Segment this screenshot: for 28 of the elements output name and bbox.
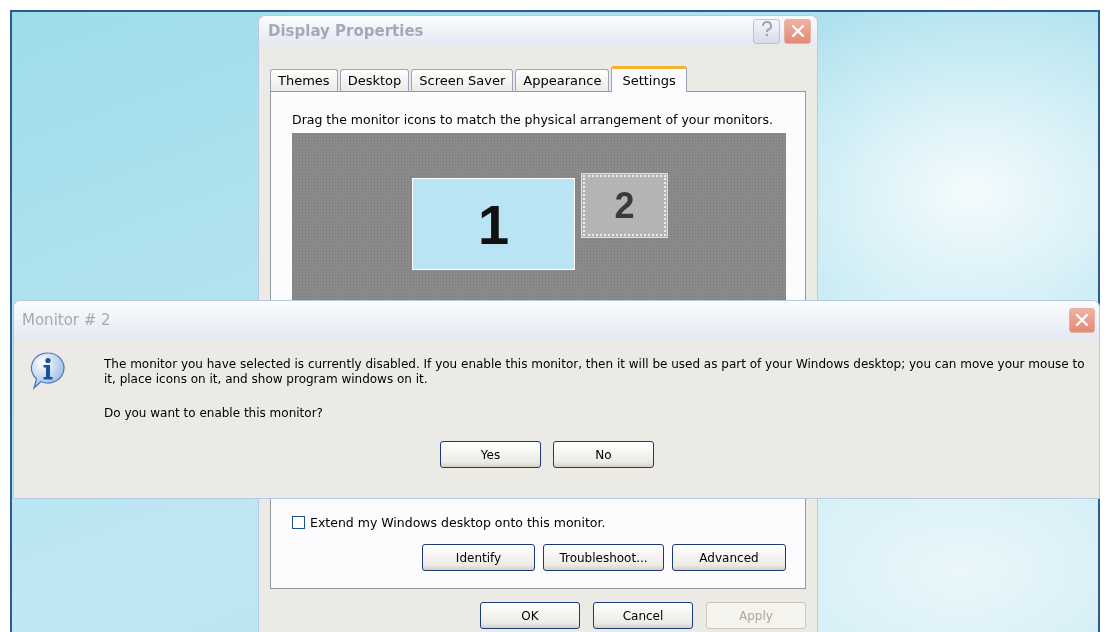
monitor-icon[interactable]: 1 [412,178,575,270]
close-icon [1075,313,1089,327]
tab[interactable]: Settings [611,66,687,92]
button[interactable]: Yes [440,441,541,468]
window-title: Display Properties [268,22,425,40]
button[interactable]: Advanced [672,544,786,571]
button[interactable]: Troubleshoot... [543,544,664,571]
close-icon [790,24,805,38]
message-text: The monitor you have selected is currently disabled. If you enable this monitor, then it will be used as part of your Windows desktop; you can move your mouse to it, place icons on it, and show program windows on it. [104,357,1085,387]
button[interactable]: OK [480,602,580,629]
button[interactable]: Cancel [593,602,693,629]
button[interactable]: Identify [422,544,535,571]
tab[interactable]: Appearance [515,69,610,91]
close-button[interactable] [784,18,811,44]
help-button[interactable] [753,18,780,44]
tab[interactable]: Desktop [339,69,410,91]
info-icon [30,351,66,391]
button[interactable]: No [553,441,654,468]
question-text: Do you want to enable this monitor? [104,406,324,420]
tab[interactable]: Themes [270,69,338,91]
close-button[interactable] [1069,307,1095,333]
help-icon [760,21,773,37]
instruction-text: Drag the monitor icons to match the physical arrangement of your monitors. [292,112,774,127]
checkbox[interactable] [292,516,305,529]
tab[interactable]: Screen Saver [411,69,514,91]
window-title: Monitor # 2 [22,311,112,329]
checkbox-label[interactable]: Extend my Windows desktop onto this monitor. [310,515,606,530]
monitor-icon[interactable]: 2 [581,173,668,238]
